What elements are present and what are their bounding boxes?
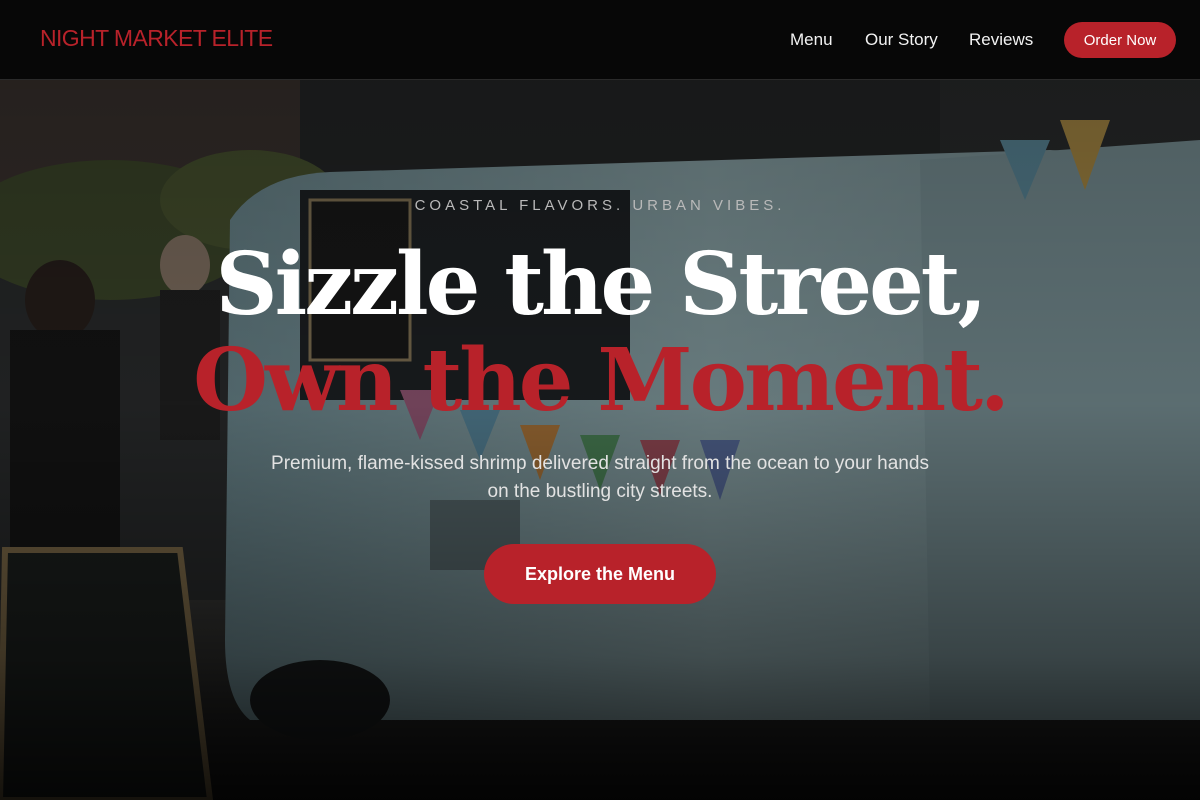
nav-link-our-story[interactable]: Our Story — [865, 30, 938, 50]
hero-headline-line2: Own the Moment. — [193, 330, 1010, 431]
nav-link-menu[interactable]: Menu — [790, 30, 833, 50]
hero-section: COASTAL FLAVORS. URBAN VIBES. Sizzle the… — [0, 80, 1200, 800]
explore-menu-button[interactable]: Explore the Menu — [484, 544, 716, 604]
hero-headline-line1: Sizzle the Street, — [215, 234, 988, 335]
top-navbar: NIGHT MARKET ELITE Menu Our Story Review… — [0, 0, 1200, 80]
nav-link-reviews[interactable]: Reviews — [969, 30, 1033, 50]
hero-content: COASTAL FLAVORS. URBAN VIBES. Sizzle the… — [0, 80, 1200, 800]
order-now-button[interactable]: Order Now — [1064, 22, 1176, 58]
hero-eyebrow: COASTAL FLAVORS. URBAN VIBES. — [414, 197, 786, 214]
hero-subheadline: Premium, flame-kissed shrimp delivered s… — [271, 453, 929, 502]
brand-logo[interactable]: NIGHT MARKET ELITE — [40, 25, 273, 52]
